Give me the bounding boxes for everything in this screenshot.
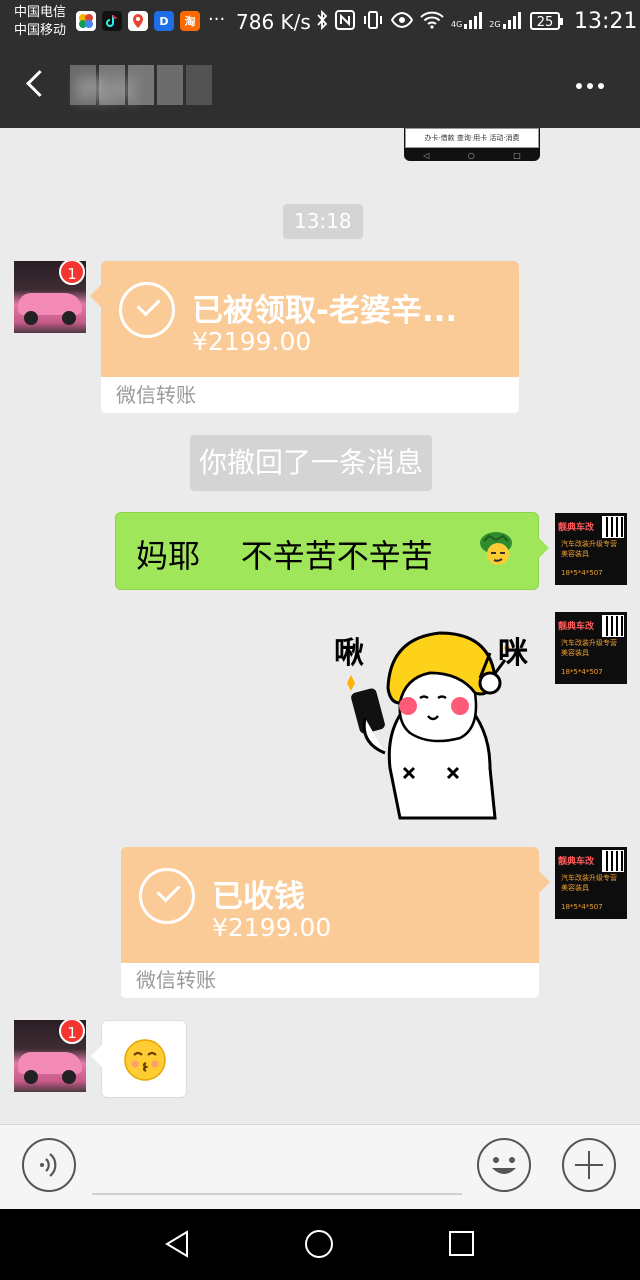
battery-level: 25 bbox=[536, 15, 554, 30]
nfc-icon bbox=[335, 10, 355, 30]
carrier-labels: 中国电信 中国移动 bbox=[14, 4, 66, 40]
photos-app-icon bbox=[76, 11, 96, 31]
chat-area[interactable]: 办卡·借款 查询·用卡 活动·消费 ◁ ○ □ 13:18 1 已被领取-老婆辛..… bbox=[0, 128, 640, 1124]
carrier-2: 中国移动 bbox=[14, 23, 67, 38]
more-options-button[interactable] bbox=[566, 68, 614, 104]
chat-header: 韩兴 bbox=[0, 44, 640, 128]
vibrate-icon bbox=[364, 11, 382, 29]
transfer-title: 已收钱 bbox=[212, 879, 305, 915]
bluetooth-icon bbox=[317, 10, 328, 30]
shop-line-1: 汽车改装升级专营 bbox=[561, 540, 617, 548]
net-speed: 786 K/s bbox=[236, 10, 311, 34]
chat-title: 韩兴 bbox=[70, 62, 212, 109]
preview-top-text: 办卡·借款 查询·用卡 活动·消费 bbox=[405, 128, 539, 148]
signal-1-tag: 4G bbox=[451, 20, 463, 29]
transfer-amount: ¥2199.00 bbox=[212, 913, 332, 942]
shop-line-2: 美容装具 bbox=[561, 550, 589, 558]
nav-back-icon[interactable] bbox=[163, 1229, 193, 1259]
unread-badge: 1 bbox=[59, 261, 85, 285]
d-app-icon: D bbox=[154, 11, 174, 31]
message-input[interactable] bbox=[92, 1193, 462, 1195]
qr-code-icon bbox=[602, 516, 624, 538]
voice-icon bbox=[40, 1153, 57, 1177]
battery-icon: 25 bbox=[530, 12, 563, 30]
shop-title: 靓典车改 bbox=[558, 523, 595, 533]
shop-line-3: 18*5*4*507 bbox=[561, 569, 603, 577]
maps-app-icon bbox=[128, 11, 148, 31]
transfer-footer: 微信转账 bbox=[136, 968, 216, 992]
signal-1-icon: 4G bbox=[451, 11, 483, 29]
shop-line-3: 18*5*4*507 bbox=[561, 668, 603, 676]
plus-button[interactable] bbox=[562, 1138, 616, 1192]
shop-title: 靓典车改 bbox=[558, 622, 595, 632]
contact-avatar[interactable]: 1 bbox=[14, 261, 86, 333]
sticker-word-left: 啾 bbox=[334, 636, 364, 671]
shop-title: 靓典车改 bbox=[558, 857, 595, 867]
screenshot-preview-message[interactable]: 办卡·借款 查询·用卡 活动·消费 ◁ ○ □ bbox=[404, 128, 540, 161]
check-circle-icon bbox=[139, 868, 195, 924]
contact-avatar[interactable]: 1 bbox=[14, 1020, 86, 1092]
time-divider: 13:18 bbox=[283, 204, 363, 239]
status-time: 13:21 bbox=[574, 9, 638, 34]
turtle-emoji-icon bbox=[480, 532, 512, 565]
transfer-footer: 微信转账 bbox=[116, 383, 196, 407]
transfer-amount: ¥2199.00 bbox=[192, 327, 312, 356]
signal-2-tag: 2G bbox=[489, 20, 501, 29]
text-message-sent[interactable]: 妈耶 不辛苦不辛苦 bbox=[115, 512, 549, 590]
my-avatar[interactable]: 靓典车改 汽车改装升级专营 美容装具 18*5*4*507 bbox=[555, 847, 627, 919]
input-bar bbox=[0, 1124, 640, 1210]
sticker-word-right: 咪 bbox=[498, 636, 528, 671]
carrier-1: 中国电信 bbox=[14, 5, 67, 20]
system-navigation-bar bbox=[0, 1209, 640, 1280]
emoji-message-received[interactable] bbox=[91, 1020, 187, 1098]
shop-line-3: 18*5*4*507 bbox=[561, 903, 603, 911]
nav-recent-apps-icon[interactable] bbox=[449, 1231, 474, 1256]
my-avatar[interactable]: 靓典车改 汽车改装升级专营 美容装具 18*5*4*507 bbox=[555, 612, 627, 684]
more-notifications-icon: ··· bbox=[208, 9, 226, 30]
check-circle-icon bbox=[119, 282, 175, 338]
message-text: 妈耶 不辛苦不辛苦 bbox=[136, 537, 433, 575]
wifi-icon bbox=[420, 11, 444, 29]
taobao-app-icon: 淘 bbox=[180, 11, 200, 31]
kissing-face-emoji-icon bbox=[124, 1039, 166, 1081]
notification-icons: D 淘 bbox=[76, 11, 200, 31]
voice-button[interactable] bbox=[22, 1138, 76, 1192]
qr-code-icon bbox=[602, 850, 624, 872]
shop-line-1: 汽车改装升级专营 bbox=[561, 639, 617, 647]
emoji-button[interactable] bbox=[477, 1138, 531, 1192]
recalled-message-notice: 你撤回了一条消息 bbox=[190, 435, 433, 491]
tiktok-app-icon bbox=[102, 11, 122, 31]
emoji-smile-icon bbox=[492, 1157, 516, 1174]
nav-home-icon[interactable] bbox=[305, 1230, 333, 1258]
sticker-message[interactable]: 啾 咪 bbox=[330, 618, 540, 828]
qr-code-icon bbox=[602, 615, 624, 637]
transfer-message-sent[interactable]: 已收钱 ¥2199.00 微信转账 bbox=[121, 847, 550, 998]
my-avatar[interactable]: 靓典车改 汽车改装升级专营 美容装具 18*5*4*507 bbox=[555, 513, 627, 585]
system-icons: 4G 2G bbox=[316, 10, 521, 30]
shop-line-2: 美容装具 bbox=[561, 884, 589, 892]
preview-nav: ◁ ○ □ bbox=[423, 150, 521, 160]
shop-line-2: 美容装具 bbox=[561, 649, 589, 657]
transfer-title: 已被领取-老婆辛... bbox=[192, 293, 458, 329]
signal-2-icon: 2G bbox=[489, 11, 521, 29]
back-button[interactable] bbox=[16, 64, 56, 104]
status-bar: 中国电信 中国移动 D 淘 ··· 786 K/s 4G 2G 25 13:21 bbox=[0, 0, 640, 44]
eye-comfort-icon bbox=[391, 12, 413, 28]
transfer-message-received[interactable]: 已被领取-老婆辛... ¥2199.00 微信转账 bbox=[90, 261, 519, 413]
shop-line-1: 汽车改装升级专营 bbox=[561, 874, 617, 882]
unread-badge: 1 bbox=[59, 1020, 85, 1044]
